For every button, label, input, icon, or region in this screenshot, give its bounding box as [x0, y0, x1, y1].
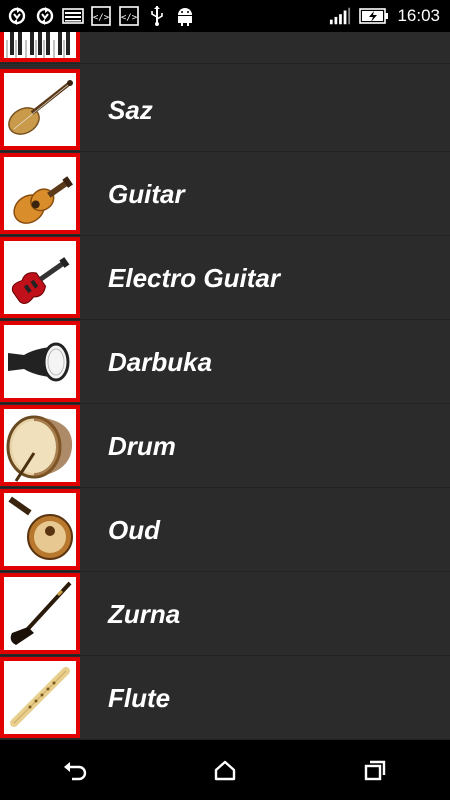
- battery-charging-icon: [359, 5, 389, 27]
- instrument-label: Darbuka: [108, 347, 213, 377]
- list-item-oud[interactable]: Oud: [0, 488, 450, 572]
- instrument-label: Drum: [108, 431, 176, 461]
- zurna-icon: [0, 573, 80, 654]
- list-item-saz[interactable]: Saz: [0, 68, 450, 152]
- instrument-label: Saz: [108, 95, 153, 125]
- saz-icon: [0, 69, 80, 150]
- instrument-list[interactable]: Piano Saz Guitar Electro Guitar Darbuka …: [0, 32, 450, 740]
- instrument-label: Zurna: [108, 599, 181, 629]
- svg-text:</>: </>: [93, 13, 110, 23]
- list-item-piano[interactable]: Piano: [0, 32, 450, 64]
- usb-icon: [146, 5, 168, 27]
- guitar-icon: [0, 153, 80, 234]
- drum-icon: [0, 405, 80, 486]
- svg-text:</>: </>: [121, 13, 138, 23]
- system-status: 16:03: [329, 5, 450, 27]
- list-item-electro-guitar[interactable]: Electro Guitar: [0, 236, 450, 320]
- electric-guitar-icon: [0, 237, 80, 318]
- list-item-zurna[interactable]: Zurna: [0, 572, 450, 656]
- list-item-darbuka[interactable]: Darbuka: [0, 320, 450, 404]
- oud-icon: [0, 489, 80, 570]
- list-item-flute[interactable]: Flute: [0, 656, 450, 740]
- instrument-label: Piano: [108, 32, 179, 64]
- back-icon[interactable]: [45, 748, 105, 792]
- darbuka-icon: [0, 321, 80, 402]
- instrument-label: Flute: [108, 683, 171, 713]
- code-icon: </>: [90, 5, 112, 27]
- clock: 16:03: [397, 6, 440, 25]
- navigation-bar: [0, 740, 450, 800]
- instrument-label: Electro Guitar: [108, 263, 280, 293]
- keyboard-icon: [62, 5, 84, 27]
- piano-icon: [0, 32, 80, 62]
- sync-icon: [34, 5, 56, 27]
- code-icon: </>: [118, 5, 140, 27]
- flute-icon: [0, 657, 80, 738]
- signal-icon: [329, 5, 351, 27]
- sync-icon: [6, 5, 28, 27]
- home-icon[interactable]: [195, 748, 255, 792]
- status-bar: </> </> 16:03: [0, 0, 450, 32]
- list-item-drum[interactable]: Drum: [0, 404, 450, 488]
- notification-icons: </> </>: [0, 5, 196, 27]
- list-item-guitar[interactable]: Guitar: [0, 152, 450, 236]
- instrument-label: Guitar: [108, 179, 185, 209]
- android-icon: [174, 5, 196, 27]
- recent-apps-icon[interactable]: [345, 748, 405, 792]
- instrument-label: Oud: [108, 515, 160, 545]
